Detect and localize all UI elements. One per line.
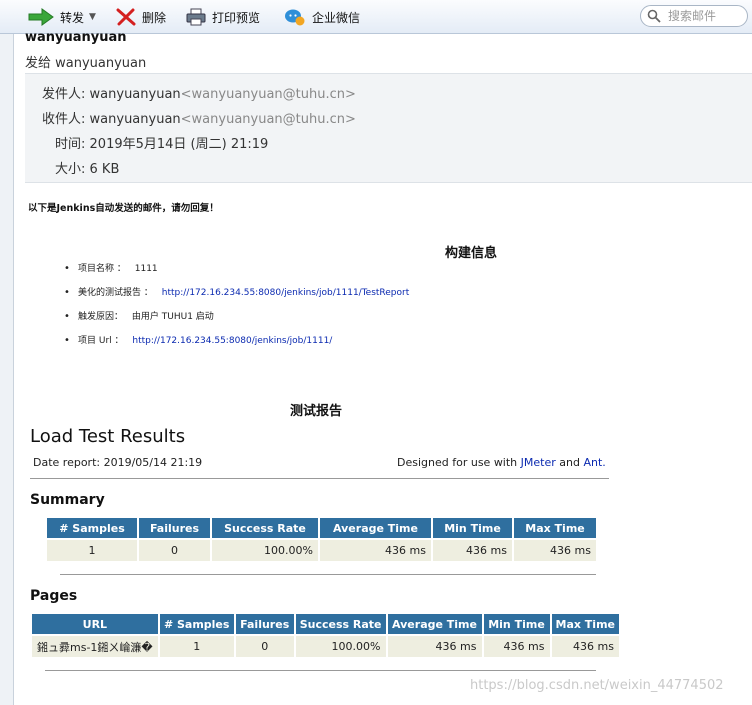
col-failures: Failures — [139, 518, 210, 538]
cell-url: 鎺ュ彛ms-1鎺ㄨ崘濂� — [32, 636, 158, 657]
col-success-rate: Success Rate — [295, 614, 386, 634]
time-value: 2019年5月14日 (周二) 21:19 — [89, 137, 269, 152]
test-report-label: 美化的测试报告 ： — [78, 288, 153, 298]
summary-table: # Samples Failures Success Rate Average … — [45, 516, 598, 563]
chevron-down-icon[interactable]: ▼ — [89, 12, 96, 22]
table-row: 1 0 100.00% 436 ms 436 ms 436 ms — [47, 540, 596, 561]
build-info-title: 构建信息 — [445, 246, 498, 261]
cell-average-time: 436 ms — [320, 540, 431, 561]
col-min-time: Min Time — [433, 518, 512, 538]
designed-prefix: Designed for use with — [397, 456, 518, 469]
size-label: 大小: — [55, 162, 86, 177]
test-report-link[interactable]: http://172.16.234.55:8080/jenkins/job/11… — [162, 288, 410, 298]
ant-link[interactable]: Ant. — [583, 456, 605, 469]
cell-success-rate: 100.00% — [295, 636, 386, 657]
cell-min-time: 436 ms — [433, 540, 512, 561]
pages-table: URL # Samples Failures Success Rate Aver… — [30, 612, 621, 659]
cell-success-rate: 100.00% — [212, 540, 318, 561]
trigger-cause-label: 触发原因： — [78, 312, 124, 322]
delete-label: 删除 — [142, 10, 167, 25]
designed-and: and — [559, 456, 580, 469]
wechat-work-label: 企业微信 — [312, 10, 361, 25]
recipient-address[interactable]: <wanyuanyuan@tuhu.cn> — [181, 112, 356, 127]
recipient-label: 收件人: — [42, 112, 86, 127]
date-report: Date report: 2019/05/14 21:19 — [33, 456, 203, 469]
divider — [30, 478, 609, 479]
divider — [45, 670, 596, 671]
forward-button[interactable]: 转发 ▼ — [28, 6, 96, 28]
search-box[interactable] — [640, 5, 748, 27]
left-frame-bar — [0, 34, 14, 705]
time-label: 时间: — [55, 137, 86, 152]
delete-x-icon — [116, 8, 136, 26]
col-max-time: Max Time — [551, 614, 619, 634]
cell-max-time: 436 ms — [551, 636, 619, 657]
col-samples: # Samples — [159, 614, 234, 634]
cell-samples: 1 — [159, 636, 234, 657]
from-label: 发件人: — [42, 87, 86, 102]
wechat-work-button[interactable]: 企业微信 — [284, 6, 360, 28]
test-report-title: 测试报告 — [290, 404, 343, 419]
cell-max-time: 436 ms — [514, 540, 596, 561]
table-header-row: URL # Samples Failures Success Rate Aver… — [32, 614, 619, 634]
list-item: 触发原因： 由用户 TUHU1 启动 — [64, 310, 409, 334]
project-name-value: 1111 — [134, 264, 158, 274]
col-min-time: Min Time — [483, 614, 550, 634]
printer-icon — [186, 8, 206, 26]
wechat-work-icon — [285, 9, 305, 26]
print-preview-label: 打印预览 — [212, 10, 261, 25]
from-row: 发件人: wanyuanyuan<wanyuanyuan@tuhu.cn> — [42, 83, 356, 102]
cell-failures: 0 — [139, 540, 210, 561]
table-row: 鎺ュ彛ms-1鎺ㄨ崘濂� 1 0 100.00% 436 ms 436 ms 4… — [32, 636, 619, 657]
size-value: 6 KB — [89, 162, 120, 177]
recipient-name[interactable]: wanyuanyuan — [90, 112, 181, 127]
forward-arrow-icon — [28, 8, 54, 26]
delete-button[interactable]: 删除 — [116, 6, 166, 28]
forward-label: 转发 — [60, 10, 85, 25]
list-item: 项目 Url ： http://172.16.234.55:8080/jenki… — [64, 334, 409, 358]
col-success-rate: Success Rate — [212, 518, 318, 538]
print-preview-button[interactable]: 打印预览 — [186, 6, 260, 28]
list-item: 美化的测试报告 ： http://172.16.234.55:8080/jenk… — [64, 286, 409, 310]
col-failures: Failures — [235, 614, 294, 634]
build-info-list: 项目名称 ： 1111 美化的测试报告 ： http://172.16.234.… — [64, 262, 409, 358]
col-url: URL — [32, 614, 158, 634]
col-samples: # Samples — [47, 518, 137, 538]
load-test-title: Load Test Results — [30, 426, 186, 447]
cell-samples: 1 — [47, 540, 137, 561]
search-icon — [647, 9, 661, 23]
jmeter-link[interactable]: JMeter — [521, 456, 556, 469]
project-url-label: 项目 Url ： — [78, 336, 124, 346]
recipient-row: 收件人: wanyuanyuan<wanyuanyuan@tuhu.cn> — [42, 108, 356, 127]
from-address[interactable]: <wanyuanyuan@tuhu.cn> — [181, 87, 356, 102]
pages-title: Pages — [30, 588, 78, 604]
intro-text: 以下是Jenkins自动发送的邮件，请勿回复！ — [28, 203, 219, 214]
list-item: 项目名称 ： 1111 — [64, 262, 409, 286]
size-row: 大小: 6 KB — [55, 158, 119, 177]
divider — [60, 574, 596, 575]
mail-meta-panel: 发件人: wanyuanyuan<wanyuanyuan@tuhu.cn> 收件… — [25, 73, 752, 183]
project-url-link[interactable]: http://172.16.234.55:8080/jenkins/job/11… — [132, 336, 332, 346]
trigger-cause-value: 由用户 TUHU1 启动 — [131, 312, 214, 322]
col-average-time: Average Time — [320, 518, 431, 538]
col-max-time: Max Time — [514, 518, 596, 538]
cell-failures: 0 — [235, 636, 294, 657]
from-name[interactable]: wanyuanyuan — [90, 87, 181, 102]
cell-min-time: 436 ms — [483, 636, 550, 657]
designed-for-note: Designed for use with JMeter and Ant. — [397, 456, 606, 469]
search-input[interactable] — [666, 8, 746, 24]
cell-average-time: 436 ms — [387, 636, 482, 657]
time-row: 时间: 2019年5月14日 (周二) 21:19 — [55, 133, 268, 152]
summary-title: Summary — [30, 492, 105, 508]
project-name-label: 项目名称 ： — [78, 264, 126, 274]
to-line: 发给 wanyuanyuan — [25, 56, 147, 71]
table-header-row: # Samples Failures Success Rate Average … — [47, 518, 596, 538]
col-average-time: Average Time — [387, 614, 482, 634]
watermark: https://blog.csdn.net/weixin_44774502 — [470, 678, 724, 693]
mail-toolbar: 转发 ▼ 删除 打印预览 企业微信 — [0, 0, 752, 34]
sender-name: wanyuanyuan — [25, 30, 127, 45]
